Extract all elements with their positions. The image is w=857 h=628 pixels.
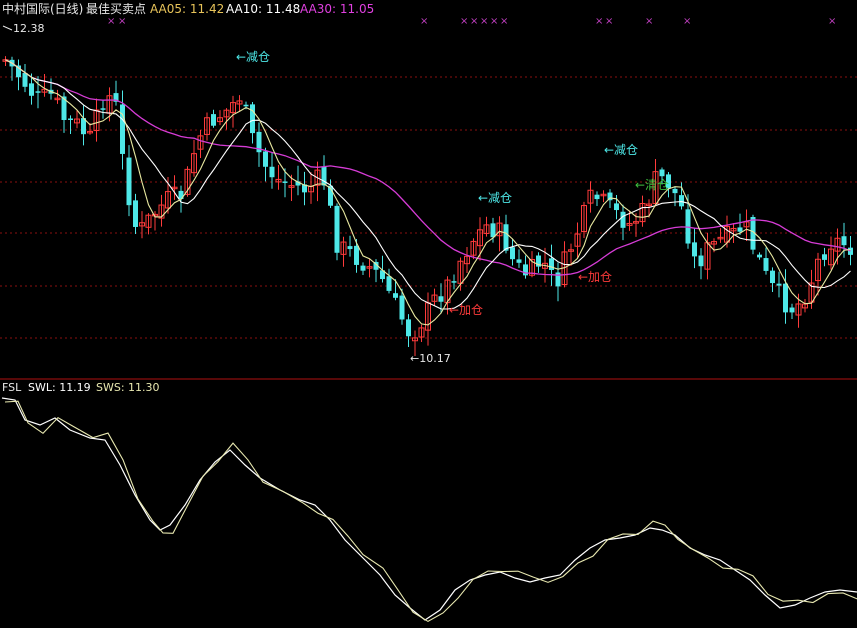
candle-body bbox=[841, 236, 847, 246]
candle-body bbox=[269, 166, 275, 178]
stock-title: 中村国际(日线) bbox=[2, 1, 83, 16]
candle-body bbox=[354, 245, 359, 265]
candle-body bbox=[523, 264, 528, 276]
add-label-2: ←加仓 bbox=[578, 270, 612, 284]
sws-label: SWS: 11.30 bbox=[96, 381, 160, 394]
candle-body bbox=[347, 246, 353, 250]
signal-markers: × × × × × × × × × × × × × bbox=[107, 16, 836, 27]
signal-marker: × bbox=[118, 16, 126, 27]
candle-body bbox=[516, 259, 522, 263]
candle-body bbox=[133, 200, 138, 227]
reduce-label-1: ←减仓 bbox=[236, 50, 270, 64]
candle-body bbox=[698, 255, 704, 267]
candle-body bbox=[692, 242, 697, 257]
stock-chart: × × × × × × × × × × × × × 中村国际(日线) 最佳买卖点… bbox=[0, 1, 857, 623]
candle-body bbox=[211, 114, 216, 126]
candle-body bbox=[737, 227, 743, 232]
high-label: 12.38 bbox=[13, 22, 45, 35]
candle-body bbox=[549, 258, 554, 270]
candle-body bbox=[243, 104, 249, 107]
candle-body bbox=[399, 295, 405, 320]
clear-label: ←清仓 bbox=[635, 178, 669, 192]
signal-marker: × bbox=[605, 16, 613, 27]
aa05-label: AA05: 11.42 bbox=[150, 2, 224, 16]
candle-body bbox=[776, 283, 782, 286]
candle-body bbox=[406, 319, 411, 337]
candle-body bbox=[614, 203, 619, 211]
reduce-label-2: ←减仓 bbox=[478, 191, 512, 205]
candle-body bbox=[360, 265, 366, 271]
candle-body bbox=[770, 270, 775, 284]
candle-body bbox=[35, 91, 41, 93]
indicator-name: 最佳买卖点 bbox=[86, 2, 146, 16]
signal-marker: × bbox=[490, 16, 498, 27]
candle-body bbox=[334, 205, 340, 253]
signal-marker: × bbox=[107, 16, 115, 27]
aa30-label: AA30: 11.05 bbox=[300, 2, 374, 16]
candle-body bbox=[126, 157, 132, 206]
candle-body bbox=[594, 194, 600, 200]
aa10-label: AA10: 11.48 bbox=[226, 2, 300, 16]
candle-body bbox=[672, 188, 678, 194]
fsl-label: FSL bbox=[2, 381, 22, 394]
candlestick-series bbox=[2, 56, 853, 356]
signal-marker: × bbox=[645, 16, 653, 27]
candle-body bbox=[386, 276, 392, 291]
candle-body bbox=[822, 254, 827, 260]
candle-body bbox=[282, 181, 288, 183]
add-label-1: ←加仓 bbox=[449, 303, 483, 317]
signal-marker: × bbox=[460, 16, 468, 27]
candle-body bbox=[620, 211, 626, 228]
reduce-label-3: ←减仓 bbox=[604, 143, 638, 157]
candle-body bbox=[848, 247, 853, 255]
candle-body bbox=[503, 224, 509, 251]
swl-label: SWL: 11.19 bbox=[28, 381, 91, 394]
candle-body bbox=[763, 258, 769, 271]
signal-marker: × bbox=[828, 16, 836, 27]
candle-body bbox=[68, 118, 73, 120]
candle-body bbox=[659, 169, 665, 177]
candle-body bbox=[263, 151, 268, 167]
candle-body bbox=[783, 283, 788, 313]
signal-marker: × bbox=[595, 16, 603, 27]
candle-body bbox=[438, 296, 444, 302]
candle-body bbox=[490, 223, 496, 238]
candle-body bbox=[789, 307, 795, 313]
aa05-line bbox=[5, 59, 851, 326]
candle-body bbox=[679, 195, 684, 207]
candle-body bbox=[22, 73, 28, 87]
candle-body bbox=[757, 254, 762, 258]
high-pointer bbox=[2, 25, 13, 31]
aa30-line bbox=[5, 59, 851, 276]
candle-body bbox=[451, 281, 457, 283]
candle-body bbox=[29, 83, 34, 96]
candle-body bbox=[510, 247, 515, 260]
candle-body bbox=[120, 104, 125, 154]
signal-marker: × bbox=[420, 16, 428, 27]
candle-body bbox=[100, 108, 106, 110]
low-label: ←10.17 bbox=[410, 352, 451, 365]
signal-marker: × bbox=[470, 16, 478, 27]
signal-marker: × bbox=[500, 16, 508, 27]
candle-body bbox=[393, 293, 398, 298]
sws-line bbox=[4, 400, 857, 623]
signal-marker: × bbox=[683, 16, 691, 27]
candle-body bbox=[250, 104, 255, 134]
aa10-line bbox=[5, 59, 851, 310]
swl-line bbox=[1, 397, 857, 621]
signal-marker: × bbox=[480, 16, 488, 27]
